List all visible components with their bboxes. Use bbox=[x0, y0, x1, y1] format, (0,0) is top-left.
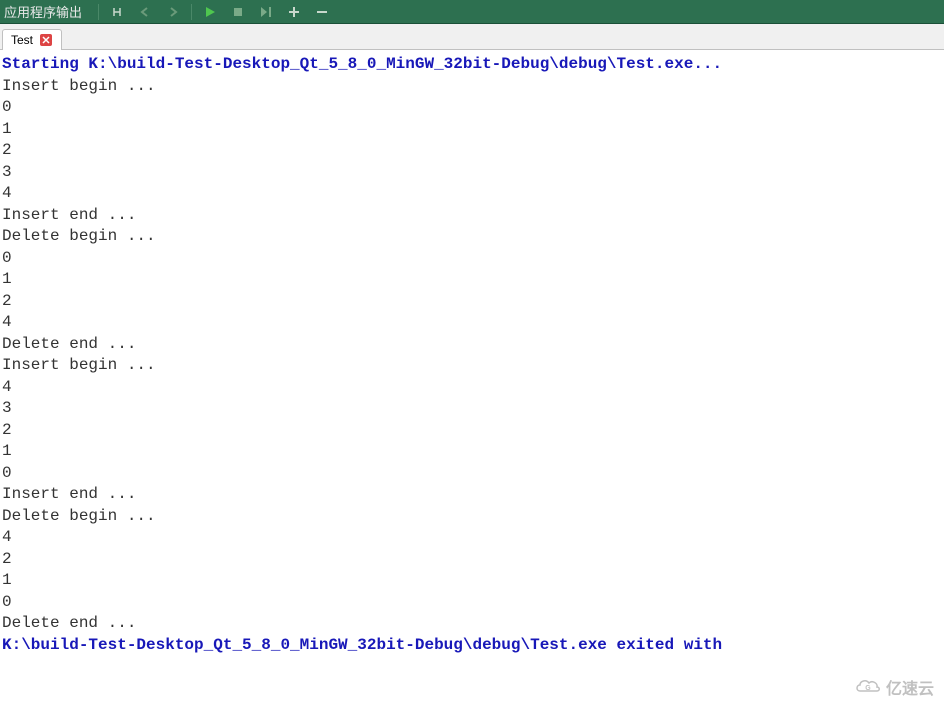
console-line: 3 bbox=[2, 162, 942, 184]
prev-icon[interactable] bbox=[137, 4, 153, 20]
console-line: Insert begin ... bbox=[2, 76, 942, 98]
stop-icon[interactable] bbox=[230, 4, 246, 20]
console-line: Delete begin ... bbox=[2, 226, 942, 248]
watermark-icon: G bbox=[854, 677, 882, 697]
console-output: Starting K:\build-Test-Desktop_Qt_5_8_0_… bbox=[0, 50, 944, 660]
console-line: 0 bbox=[2, 97, 942, 119]
console-line: 1 bbox=[2, 441, 942, 463]
console-line: 1 bbox=[2, 119, 942, 141]
console-line: Starting K:\build-Test-Desktop_Qt_5_8_0_… bbox=[2, 54, 942, 76]
step-icon[interactable] bbox=[258, 4, 274, 20]
tab-test[interactable]: Test bbox=[2, 29, 62, 50]
title-bar: 应用程序输出 bbox=[0, 0, 944, 24]
tab-bar: Test bbox=[0, 24, 944, 50]
console-line: 4 bbox=[2, 312, 942, 334]
attach-icon[interactable] bbox=[109, 4, 125, 20]
close-icon[interactable] bbox=[39, 33, 53, 47]
next-icon[interactable] bbox=[165, 4, 181, 20]
console-line: Delete end ... bbox=[2, 613, 942, 635]
console-line: 1 bbox=[2, 570, 942, 592]
run-icon[interactable] bbox=[202, 4, 218, 20]
panel-title: 应用程序输出 bbox=[0, 2, 94, 21]
console-line: 1 bbox=[2, 269, 942, 291]
console-line: Insert begin ... bbox=[2, 355, 942, 377]
console-line: 2 bbox=[2, 549, 942, 571]
remove-icon[interactable] bbox=[314, 4, 330, 20]
console-line: 2 bbox=[2, 420, 942, 442]
console-line: 3 bbox=[2, 398, 942, 420]
console-line: 4 bbox=[2, 377, 942, 399]
console-line: Delete begin ... bbox=[2, 506, 942, 528]
toolbar-divider bbox=[191, 4, 192, 20]
console-line: Insert end ... bbox=[2, 484, 942, 506]
console-line: Insert end ... bbox=[2, 205, 942, 227]
add-icon[interactable] bbox=[286, 4, 302, 20]
console-line: 4 bbox=[2, 527, 942, 549]
svg-text:G: G bbox=[865, 685, 871, 692]
console-line: 4 bbox=[2, 183, 942, 205]
console-line: 0 bbox=[2, 463, 942, 485]
watermark-text: 亿速云 bbox=[886, 675, 934, 699]
console-line: Delete end ... bbox=[2, 334, 942, 356]
watermark: G 亿速云 bbox=[854, 675, 934, 699]
tab-label: Test bbox=[11, 33, 33, 47]
console-line: K:\build-Test-Desktop_Qt_5_8_0_MinGW_32b… bbox=[2, 635, 942, 657]
console-line: 2 bbox=[2, 291, 942, 313]
console-line: 0 bbox=[2, 248, 942, 270]
toolbar-divider bbox=[98, 4, 99, 20]
console-line: 2 bbox=[2, 140, 942, 162]
console-line: 0 bbox=[2, 592, 942, 614]
